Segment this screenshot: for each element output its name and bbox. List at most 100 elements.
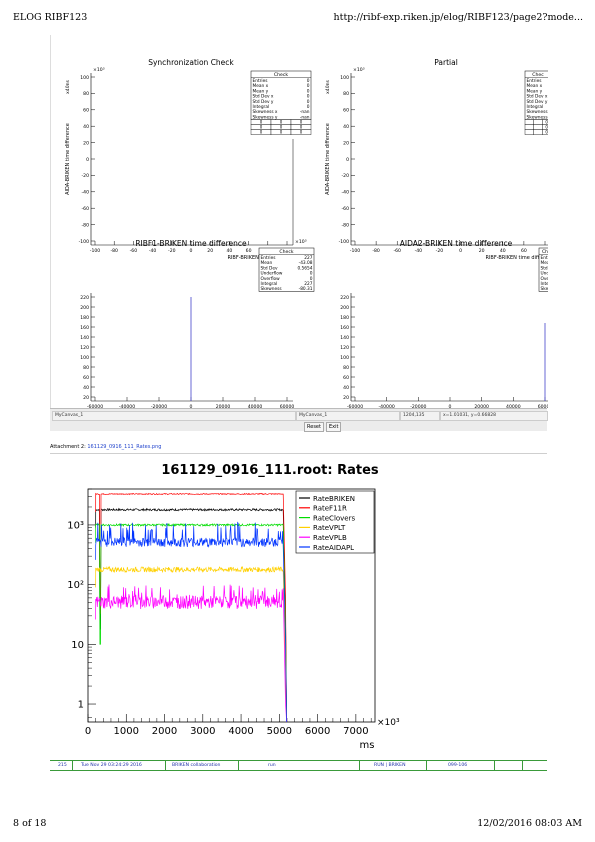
y-tick-label: 160 — [340, 325, 349, 331]
legend-entry: RateVPLT — [313, 524, 346, 532]
x-tick-label: 4000 — [228, 726, 253, 737]
elog-entry-row[interactable]: 215 Tue Nov 29 03:24:29 2016 BRIKEN coll… — [50, 760, 547, 771]
stat-grid-cell — [533, 124, 543, 130]
stat-name: Std Dev — [541, 265, 549, 271]
y-tick-label: 60 — [83, 108, 89, 114]
y-tick-label: 20 — [343, 395, 349, 401]
x-tick-label: -100 — [350, 248, 361, 254]
stat-value: 227 — [304, 255, 312, 261]
attachment-line: Attachment 2: 161129_0916_111_Rates.png — [50, 444, 161, 450]
stat-name: Integral — [541, 281, 549, 287]
entry-date: Tue Nov 29 03:24:29 2016 — [81, 763, 142, 768]
y-tick-label: 180 — [80, 315, 89, 321]
entry-category: RUN | BRIKEN — [374, 763, 406, 768]
stat-value: 0 — [307, 99, 310, 105]
y-tick-label: 40 — [83, 124, 89, 130]
stat-name: Mean — [541, 260, 549, 266]
stat-name: Std Dev x — [253, 94, 274, 100]
stat-name: Mean x — [527, 83, 543, 89]
entry-id[interactable]: 215 — [58, 761, 67, 770]
pad-title: RIBF1-BRIKEN time difference — [135, 239, 247, 248]
x-tick-label: 3000 — [190, 726, 215, 737]
y-tick-label: 60 — [83, 375, 89, 381]
attachment-label: Attachment 2: — [50, 444, 86, 450]
y-tick-label: 120 — [80, 345, 89, 351]
y-tick-label: 180 — [340, 315, 349, 321]
y-tick-label: 200 — [340, 305, 349, 311]
page-footer-pagenum: 8 of 18 — [13, 818, 47, 829]
legend: RateBRIKEN RateF11RRateClovers RateVPLT Rat… — [295, 490, 375, 554]
stat-name: Skewness x — [527, 109, 549, 115]
x-exponent: ×10³ — [377, 718, 400, 728]
y-tick-label: 0 — [346, 157, 349, 163]
x-axis-label: ms — [360, 740, 375, 751]
attachment-link[interactable]: 161129_0916_111_Rates.png — [87, 444, 161, 450]
reset-button[interactable]: Reset — [304, 422, 324, 432]
stat-box-title: Check — [279, 249, 293, 255]
legend-entry: RateF11R — [313, 505, 347, 513]
stat-value: -43.08 — [299, 260, 313, 266]
x-tick-label: -40 — [415, 248, 423, 254]
stat-value: 0 — [307, 88, 310, 94]
stat-name: Integral — [527, 104, 544, 110]
y-tick-label: 1 — [78, 700, 84, 711]
y-tick-label: 10³ — [67, 520, 84, 531]
y-tick-label: 140 — [80, 335, 89, 341]
pad-title: Synchronization Check — [148, 58, 234, 67]
legend-entry: RateClovers — [313, 514, 355, 522]
x-tick-label: 6000 — [305, 726, 330, 737]
stat-name: Std Dev x — [527, 94, 548, 100]
y-tick-label: 60 — [343, 375, 349, 381]
statusbar-cell-pixel: 1204,135 — [400, 411, 440, 421]
stat-box: ChEntriesMeanStd DevUnderflowOverflowInt… — [538, 247, 549, 292]
y-tick-label: 100 — [340, 75, 349, 81]
y-tick-label: -100 — [339, 239, 350, 245]
y-tick-label: -20 — [341, 173, 349, 179]
legend-entry: RateBRIKEN — [313, 495, 355, 503]
y-tick-label: 40 — [343, 124, 349, 130]
series-line-RateVPLB — [95, 584, 287, 723]
x-tick-label: 1000 — [114, 726, 139, 737]
stat-box-title: Check — [274, 72, 288, 78]
x-tick-label: 20 — [479, 248, 485, 254]
y-tick-label: 80 — [343, 365, 349, 371]
stat-value: 0 — [307, 104, 310, 110]
x-tick-label: 40 — [226, 248, 232, 254]
exit-button[interactable]: Exit — [326, 422, 342, 432]
pad-3: RIBF1-BRIKEN time difference220200180160… — [80, 239, 315, 408]
x-tick-label: 5000 — [267, 726, 292, 737]
canvas-pad-area: Synchronization Check 100 80 60 40 20 0 -20 -40-… — [50, 35, 548, 408]
stat-value: 0 — [307, 78, 310, 84]
y-axis-label: AIDA-BRIKEN time difference — [65, 123, 71, 195]
series-line-RateClovers — [95, 522, 287, 723]
stat-name: Std Dev y — [253, 99, 274, 105]
stat-name: Skewness x — [253, 109, 278, 115]
x-tick-label: 20 — [207, 248, 213, 254]
y-tick-label: 80 — [83, 365, 89, 371]
stat-name: Mean x — [253, 83, 269, 89]
y-tick-label: 40 — [83, 385, 89, 391]
y-axis-label: AIDA-BRIKEN time difference — [325, 123, 331, 195]
y-tick-label: -60 — [341, 206, 349, 212]
stat-name: Skewness — [541, 286, 549, 292]
stat-value: 0.5654 — [297, 265, 312, 271]
stat-box-title: Chec — [532, 72, 544, 78]
series-line-RateAIDAPL — [95, 521, 287, 723]
x-tick-label: 7000 — [343, 726, 368, 737]
stat-name: Std Dev y — [527, 99, 548, 105]
legend-entry: RateVPLB — [313, 534, 347, 542]
entry-author: BRIKEN collaboration — [172, 763, 221, 768]
stat-grid-cell — [524, 129, 534, 135]
stat-name: Std Dev — [261, 265, 278, 271]
pad-title: AIDA2-BRIKEN time difference — [400, 239, 513, 248]
y-tick-label: 160 — [80, 325, 89, 331]
y-tick-label: -60 — [81, 206, 89, 212]
y-exponent: ×10³ — [93, 67, 105, 73]
series-line-RateF11R — [95, 492, 287, 723]
x-tick-label: 60 — [521, 248, 527, 254]
x-tick-label: -20 — [436, 248, 444, 254]
stat-name: Mean y — [253, 88, 269, 94]
x-tick-label: 0 — [190, 248, 193, 254]
y-unit-label: x40ns — [325, 79, 331, 93]
entry-subject: 099-106 — [448, 763, 468, 768]
